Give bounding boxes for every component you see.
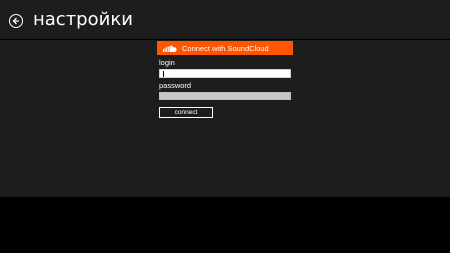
soundcloud-cloud-icon — [163, 45, 177, 52]
text-caret — [163, 71, 164, 77]
password-input[interactable] — [159, 92, 291, 100]
password-label: password — [159, 81, 192, 90]
back-button[interactable] — [9, 14, 23, 28]
connect-button[interactable]: connect — [159, 107, 213, 118]
page-title: настройки — [33, 9, 133, 30]
bottom-app-bar — [0, 197, 450, 253]
back-arrow-icon — [12, 17, 19, 25]
soundcloud-header: Connect with SoundCloud — [157, 41, 293, 55]
soundcloud-connect-title: Connect with SoundCloud — [182, 43, 269, 53]
login-label: login — [159, 58, 175, 67]
soundcloud-connect-panel: Connect with SoundCloud login password c… — [157, 41, 293, 118]
app-header: настройки — [0, 0, 450, 39]
login-input[interactable] — [159, 69, 291, 78]
